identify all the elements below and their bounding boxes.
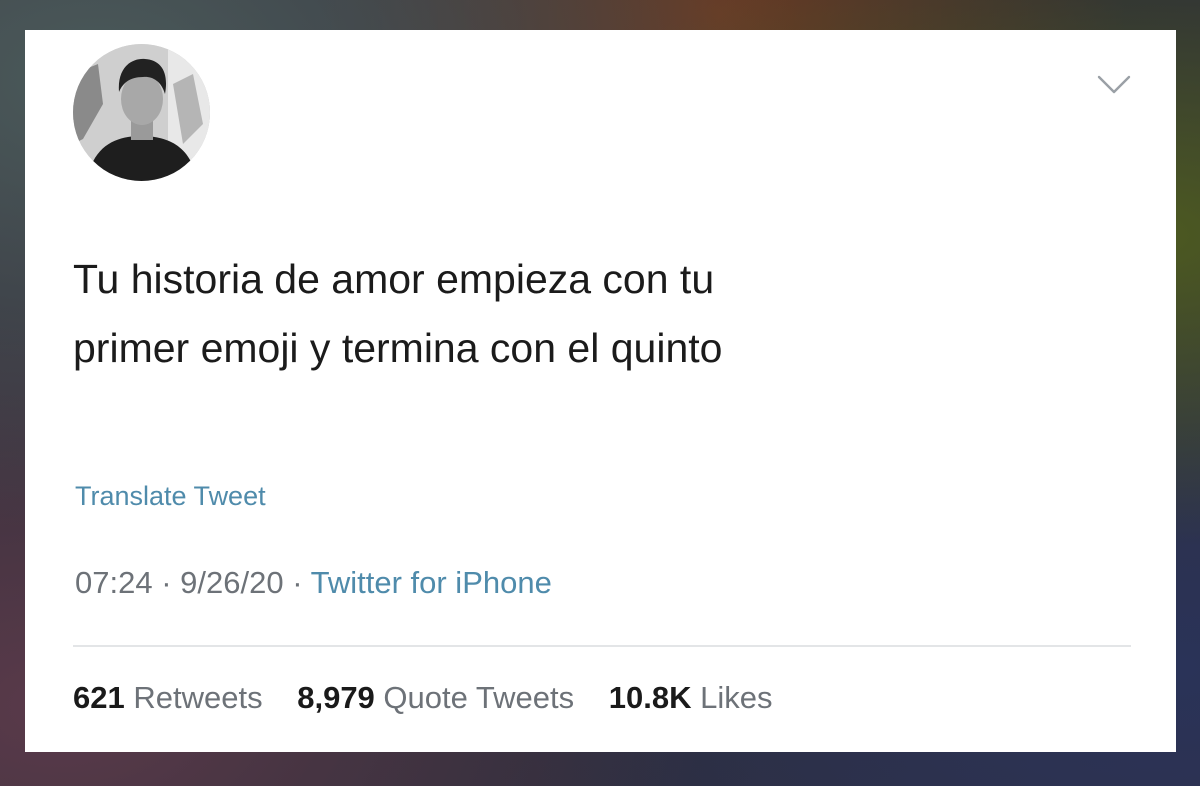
likes-label: Likes bbox=[700, 680, 773, 715]
tweet-text-line-1: Tu historia de amor empieza con tu bbox=[73, 256, 715, 302]
tweet-menu-button[interactable] bbox=[1097, 74, 1131, 96]
quote-tweets-count: 8,979 bbox=[297, 680, 375, 715]
retweets-count: 621 bbox=[73, 680, 125, 715]
likes-count: 10.8K bbox=[608, 680, 692, 715]
meta-separator: · bbox=[161, 565, 172, 600]
tweet-text-line-2: primer emoji y termina con el quinto bbox=[73, 325, 723, 371]
likes-stat[interactable]: 10.8K Likes bbox=[609, 680, 773, 715]
tweet-text: Tu historia de amor empieza con tu primer… bbox=[73, 245, 1073, 383]
retweets-stat[interactable]: 621 Retweets bbox=[73, 680, 263, 715]
tweet-source-link[interactable]: Twitter for iPhone bbox=[311, 565, 552, 600]
tweet-card: Tu historia de amor empieza con tu primer… bbox=[25, 30, 1176, 752]
quote-tweets-label: Quote Tweets bbox=[383, 680, 575, 715]
chevron-down-icon bbox=[1097, 75, 1131, 94]
translate-tweet-link[interactable]: Translate Tweet bbox=[75, 481, 266, 512]
meta-separator: · bbox=[292, 565, 303, 600]
retweets-label: Retweets bbox=[133, 680, 263, 715]
avatar[interactable] bbox=[73, 44, 210, 181]
tweet-metadata: 07:24 · 9/26/20 · Twitter for iPhone bbox=[75, 565, 552, 601]
tweet-date: 9/26/20 bbox=[180, 565, 284, 600]
tweet-time: 07:24 bbox=[75, 565, 153, 600]
tweet-stats: 621 Retweets 8,979 Quote Tweets 10.8K Li… bbox=[73, 680, 799, 716]
quote-tweets-stat[interactable]: 8,979 Quote Tweets bbox=[297, 680, 574, 715]
divider bbox=[73, 645, 1131, 647]
avatar-photo bbox=[73, 44, 210, 181]
